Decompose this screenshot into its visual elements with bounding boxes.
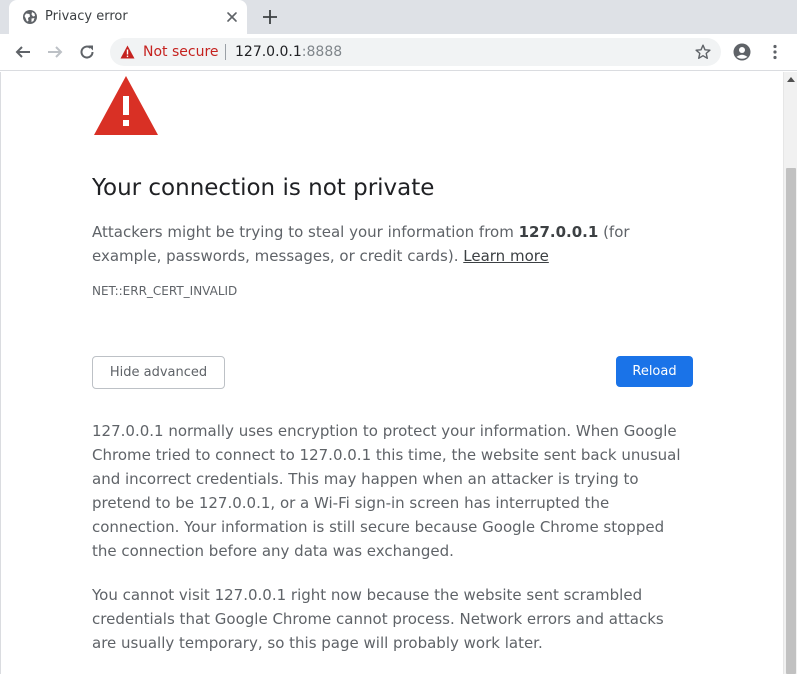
- warning-triangle-icon[interactable]: [120, 45, 135, 59]
- plus-icon[interactable]: [261, 8, 279, 26]
- url-text[interactable]: 127.0.0.1:8888: [235, 44, 342, 60]
- forward-arrow-icon[interactable]: [46, 43, 64, 61]
- page-title: Your connection is not private: [92, 175, 435, 201]
- scroll-up-arrow-icon[interactable]: [787, 76, 795, 82]
- interstitial-page: Your connection is not private Attackers…: [0, 72, 783, 674]
- hide-advanced-button[interactable]: Hide advanced: [92, 356, 225, 389]
- more-vert-icon[interactable]: [766, 43, 784, 61]
- security-status-label[interactable]: Not secure: [143, 44, 219, 60]
- warning-triangle-icon: [94, 76, 158, 135]
- tab-title: Privacy error: [45, 9, 128, 24]
- omnibox-separator: [225, 44, 226, 60]
- back-arrow-icon[interactable]: [14, 43, 32, 61]
- reload-button[interactable]: Reload: [616, 356, 693, 387]
- tab-privacy-error[interactable]: Privacy error: [9, 0, 247, 34]
- close-icon[interactable]: [225, 10, 239, 24]
- browser-toolbar: Not secure 127.0.0.1:8888: [0, 34, 797, 71]
- reload-icon[interactable]: [78, 43, 96, 61]
- url-port: :8888: [301, 44, 343, 60]
- details-paragraph: You cannot visit 127.0.0.1 right now bec…: [92, 586, 664, 652]
- explanation-host: 127.0.0.1: [518, 223, 599, 241]
- learn-more-link[interactable]: Learn more: [463, 247, 549, 265]
- account-icon[interactable]: [733, 43, 751, 61]
- url-host: 127.0.0.1: [235, 44, 302, 60]
- globe-icon: [23, 10, 37, 24]
- scrollbar-thumb[interactable]: [786, 168, 796, 674]
- tab-strip: Privacy error: [0, 0, 797, 34]
- explanation-prefix: Attackers might be trying to steal your …: [92, 223, 519, 241]
- address-bar[interactable]: Not secure 127.0.0.1:8888: [110, 38, 721, 66]
- vertical-scrollbar[interactable]: [783, 72, 797, 674]
- star-icon[interactable]: [695, 44, 711, 60]
- details-paragraph: 127.0.0.1 normally uses encryption to pr…: [92, 422, 681, 560]
- error-code: NET::ERR_CERT_INVALID: [92, 284, 238, 298]
- explanation-text: Attackers might be trying to steal your …: [92, 220, 652, 268]
